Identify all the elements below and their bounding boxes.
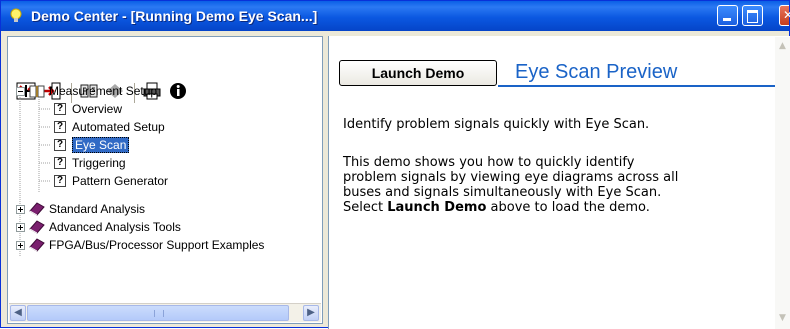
open-book-icon: [29, 84, 45, 98]
expand-toggle-icon[interactable]: [16, 222, 25, 232]
tree-node-advanced-analysis-tools[interactable]: Advanced Analysis Tools: [16, 218, 181, 236]
window-title: Demo Center - [Running Demo Eye Scan...]: [31, 8, 318, 24]
scroll-up-icon[interactable]: ▲: [777, 41, 788, 53]
title-underline: [498, 85, 776, 87]
help-page-icon: ?: [54, 139, 66, 151]
help-page-icon: ?: [54, 175, 66, 187]
preview-title: Eye Scan Preview: [515, 61, 678, 83]
tree-node-label: Overview: [72, 102, 123, 116]
tree-node-standard-analysis[interactable]: Standard Analysis: [16, 200, 145, 218]
description-line: Select Launch Demo above to load the dem…: [343, 200, 650, 215]
minimize-button[interactable]: [717, 5, 738, 26]
info-icon: [168, 82, 188, 104]
tree-node-eye-scan[interactable]: ? Eye Scan: [54, 136, 130, 154]
scroll-down-icon[interactable]: ▼: [777, 313, 788, 325]
help-page-icon: ?: [54, 121, 66, 133]
description-bold-text: Launch Demo: [387, 200, 487, 215]
intro-text: Identify problem signals quickly with Ey…: [343, 117, 650, 132]
navigation-pane: Measurement Setup ? Overview ? Automated…: [7, 36, 323, 324]
expand-toggle-icon[interactable]: [16, 204, 25, 214]
chevron-right-icon: ▶: [307, 307, 315, 318]
tree-node-label: Pattern Generator: [72, 174, 169, 188]
scroll-left-button[interactable]: ◀: [10, 305, 26, 321]
grip-icon: [154, 310, 164, 317]
title-bar[interactable]: Demo Center - [Running Demo Eye Scan...]…: [1, 1, 790, 31]
closed-book-icon: [29, 238, 45, 252]
description-line: problem signals by viewing eye diagrams …: [343, 170, 679, 185]
tree-node-fpga-bus-processor-support-examples[interactable]: FPGA/Bus/Processor Support Examples: [16, 236, 264, 254]
tree-node-automated-setup[interactable]: ? Automated Setup: [54, 118, 165, 136]
maximize-button[interactable]: [742, 5, 763, 26]
tree-node-pattern-generator[interactable]: ? Pattern Generator: [54, 172, 168, 190]
tree-node-label: Triggering: [72, 156, 126, 170]
closed-book-icon: [29, 202, 45, 216]
close-button[interactable]: ✕: [779, 5, 790, 26]
expand-toggle-icon[interactable]: [16, 240, 25, 250]
demo-center-window: Demo Center - [Running Demo Eye Scan...]…: [0, 0, 790, 329]
scrollbar-thumb[interactable]: [27, 305, 289, 321]
description-line: This demo shows you how to quickly ident…: [343, 155, 635, 170]
tree-node-label: FPGA/Bus/Processor Support Examples: [49, 238, 265, 252]
closed-book-icon: [29, 220, 45, 234]
scroll-right-button[interactable]: ▶: [303, 305, 319, 321]
tree-node-label: Standard Analysis: [49, 202, 146, 216]
info-button[interactable]: [166, 82, 190, 104]
description-text: Select: [343, 200, 388, 215]
close-icon: ✕: [783, 8, 790, 22]
description-line: buses and signals simultaneously with Ey…: [343, 185, 662, 200]
launch-demo-button[interactable]: Launch Demo: [339, 60, 497, 86]
tree-node-label-selected: Eye Scan: [72, 137, 130, 153]
tree-node-label: Automated Setup: [72, 120, 165, 134]
help-page-icon: ?: [54, 157, 66, 169]
collapse-toggle-icon[interactable]: [16, 86, 25, 96]
maximize-icon: [747, 10, 758, 23]
description-text: above to load the demo.: [486, 200, 650, 215]
tree-node-triggering[interactable]: ? Triggering: [54, 154, 126, 172]
vertical-scrollbar[interactable]: ▲ ▼: [775, 37, 790, 329]
tree-node-label: Advanced Analysis Tools: [49, 220, 181, 234]
help-page-icon: ?: [54, 103, 66, 115]
chevron-left-icon: ◀: [14, 307, 22, 318]
lightbulb-icon: [7, 7, 25, 25]
tree-node-overview[interactable]: ? Overview: [54, 100, 122, 118]
tree-node-measurement-setup[interactable]: Measurement Setup: [16, 82, 157, 100]
horizontal-scrollbar[interactable]: ◀ ▶: [9, 303, 321, 322]
tree-node-label: Measurement Setup: [49, 84, 158, 98]
minimize-icon: [723, 18, 731, 21]
